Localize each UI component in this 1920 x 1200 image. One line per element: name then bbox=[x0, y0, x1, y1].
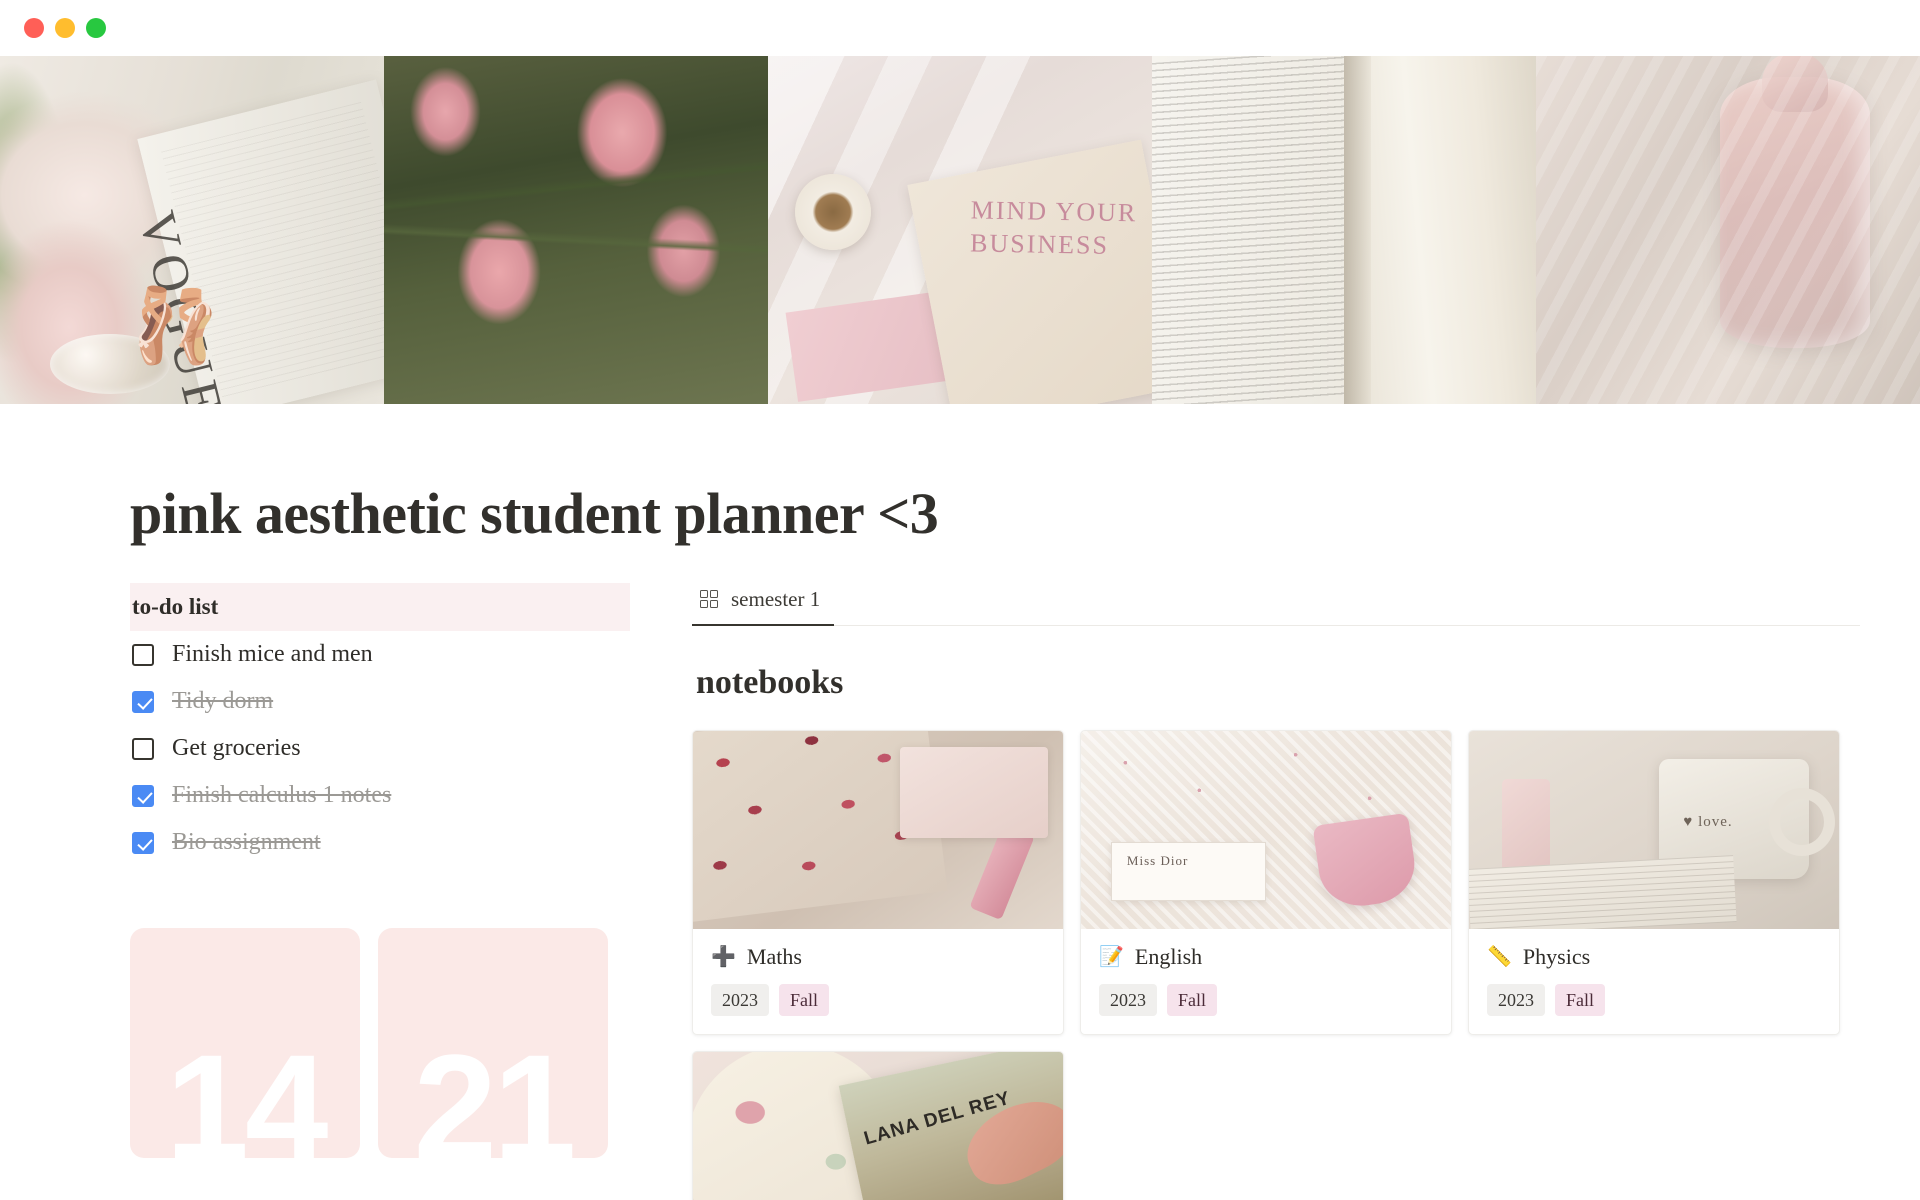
todo-item[interactable]: Finish calculus 1 notes bbox=[130, 772, 630, 819]
page-cover-image[interactable]: MIND YOUR BUSINESS bbox=[0, 56, 1920, 404]
tag-year[interactable]: 2023 bbox=[1487, 984, 1545, 1017]
tag-term[interactable]: Fall bbox=[779, 984, 830, 1017]
todo-item-label: Finish calculus 1 notes bbox=[172, 782, 392, 808]
coffee-cup bbox=[794, 174, 871, 251]
todo-item[interactable]: Bio assignment bbox=[130, 819, 630, 866]
right-column: semester 1 notebooks ➕ Maths 2023 Fall 📝 Engl… bbox=[692, 583, 1920, 1200]
mind-your-business-card: MIND YOUR BUSINESS bbox=[907, 139, 1152, 404]
nail-polish bbox=[1502, 778, 1551, 891]
ballet-shoes-icon[interactable]: 🩰 bbox=[130, 290, 220, 362]
todo-item[interactable]: Tidy dorm bbox=[130, 678, 630, 725]
todo-list: Finish mice and men Tidy dorm Get grocerie… bbox=[130, 631, 630, 866]
notebook-card-body: 📝 English 2023 Fall bbox=[1081, 929, 1451, 1034]
notebook-card[interactable] bbox=[692, 1051, 1064, 1200]
notebook-card-body: 📏 Physics 2023 Fall bbox=[1469, 929, 1839, 1034]
notebook-card-grid: ➕ Maths 2023 Fall 📝 English 2023 Fall 📏 Physics 20… bbox=[692, 730, 1860, 1200]
notebook-card-title-text: English bbox=[1134, 944, 1203, 969]
perfume-bottle bbox=[1720, 56, 1871, 349]
mind-your-business-text: MIND YOUR BUSINESS bbox=[970, 195, 1139, 260]
todo-item-label: Get groceries bbox=[172, 735, 301, 761]
checkbox-checked[interactable] bbox=[132, 784, 154, 807]
number-block-value: 14 bbox=[165, 1023, 329, 1158]
number-block-value: 21 bbox=[413, 1023, 577, 1158]
tab-semester-1[interactable]: semester 1 bbox=[692, 583, 835, 626]
notebook-card[interactable]: 📝 English 2023 Fall bbox=[1080, 730, 1452, 1036]
checkbox-unchecked[interactable] bbox=[132, 643, 154, 666]
sun-hat bbox=[954, 1086, 1063, 1198]
notebook-card-thumbnail bbox=[693, 731, 1063, 929]
checkbox-unchecked[interactable] bbox=[132, 737, 154, 760]
window-maximize-button[interactable] bbox=[86, 18, 106, 38]
notebook-card[interactable]: 📏 Physics 2023 Fall bbox=[1468, 730, 1840, 1036]
lipstick bbox=[968, 824, 1035, 921]
notebook-card-title: 📝 English bbox=[1099, 944, 1433, 970]
gallery-grid-icon bbox=[700, 589, 720, 610]
perfume-label-card bbox=[1110, 841, 1266, 902]
memo-emoji: 📝 bbox=[1099, 946, 1124, 968]
todo-item-label: Bio assignment bbox=[172, 829, 321, 855]
checkbox-checked[interactable] bbox=[132, 690, 154, 713]
page-title[interactable]: pink aesthetic student planner <3 bbox=[130, 480, 1920, 547]
number-block[interactable]: 21 bbox=[378, 928, 608, 1158]
notebook-card-title-text: Maths bbox=[746, 944, 802, 969]
plus-emoji: ➕ bbox=[711, 946, 736, 968]
todo-item[interactable]: Get groceries bbox=[130, 725, 630, 772]
cover-pane-open-book bbox=[1152, 56, 1536, 404]
notebook-card-thumbnail bbox=[1469, 731, 1839, 929]
notebook-card-tags: 2023 Fall bbox=[1099, 984, 1433, 1017]
tag-year[interactable]: 2023 bbox=[711, 984, 769, 1017]
window-minimize-button[interactable] bbox=[55, 18, 75, 38]
section-title-notebooks[interactable]: notebooks bbox=[696, 664, 1860, 702]
tag-year[interactable]: 2023 bbox=[1099, 984, 1157, 1017]
cover-pane-perfume-bottle bbox=[1536, 56, 1920, 404]
page-content: pink aesthetic student planner <3 to-do … bbox=[0, 480, 1920, 1200]
tag-term[interactable]: Fall bbox=[1555, 984, 1606, 1017]
lana-del-rey-photo bbox=[838, 1052, 1063, 1200]
notebook-card-thumbnail bbox=[693, 1052, 1063, 1200]
todo-item-label: Finish mice and men bbox=[172, 641, 373, 667]
tag-term[interactable]: Fall bbox=[1167, 984, 1218, 1017]
notebook-card[interactable]: ➕ Maths 2023 Fall bbox=[692, 730, 1064, 1036]
ruler-emoji: 📏 bbox=[1487, 946, 1512, 968]
notebook-card-title: 📏 Physics bbox=[1487, 944, 1821, 970]
todo-list-header: to-do list bbox=[130, 583, 630, 631]
notebook-card-title: ➕ Maths bbox=[711, 944, 1045, 970]
cover-pane-pink-roses bbox=[384, 56, 768, 404]
left-column: to-do list Finish mice and men Tidy dorm G… bbox=[130, 583, 630, 1158]
two-column-layout: to-do list Finish mice and men Tidy dorm G… bbox=[0, 583, 1920, 1200]
number-block[interactable]: 14 bbox=[130, 928, 360, 1158]
todo-item-label: Tidy dorm bbox=[172, 688, 274, 714]
notebook-card-thumbnail bbox=[1081, 731, 1451, 929]
checkbox-checked[interactable] bbox=[132, 831, 154, 854]
number-blocks-row: 14 21 bbox=[130, 928, 630, 1158]
book-spine bbox=[1344, 56, 1371, 404]
notebook-card-tags: 2023 Fall bbox=[711, 984, 1045, 1017]
window-titlebar bbox=[0, 0, 1920, 56]
heart-perfume-box bbox=[1312, 812, 1420, 912]
tab-label: semester 1 bbox=[731, 587, 821, 611]
todo-item[interactable]: Finish mice and men bbox=[130, 631, 630, 678]
notebook-card-title-text: Physics bbox=[1522, 944, 1591, 969]
notebook-card-body: ➕ Maths 2023 Fall bbox=[693, 929, 1063, 1034]
window-close-button[interactable] bbox=[24, 18, 44, 38]
database-tabs: semester 1 bbox=[692, 583, 1860, 626]
notebook-card-tags: 2023 Fall bbox=[1487, 984, 1821, 1017]
love-mug bbox=[1659, 758, 1836, 879]
cover-pane-coffee-card: MIND YOUR BUSINESS bbox=[768, 56, 1152, 404]
